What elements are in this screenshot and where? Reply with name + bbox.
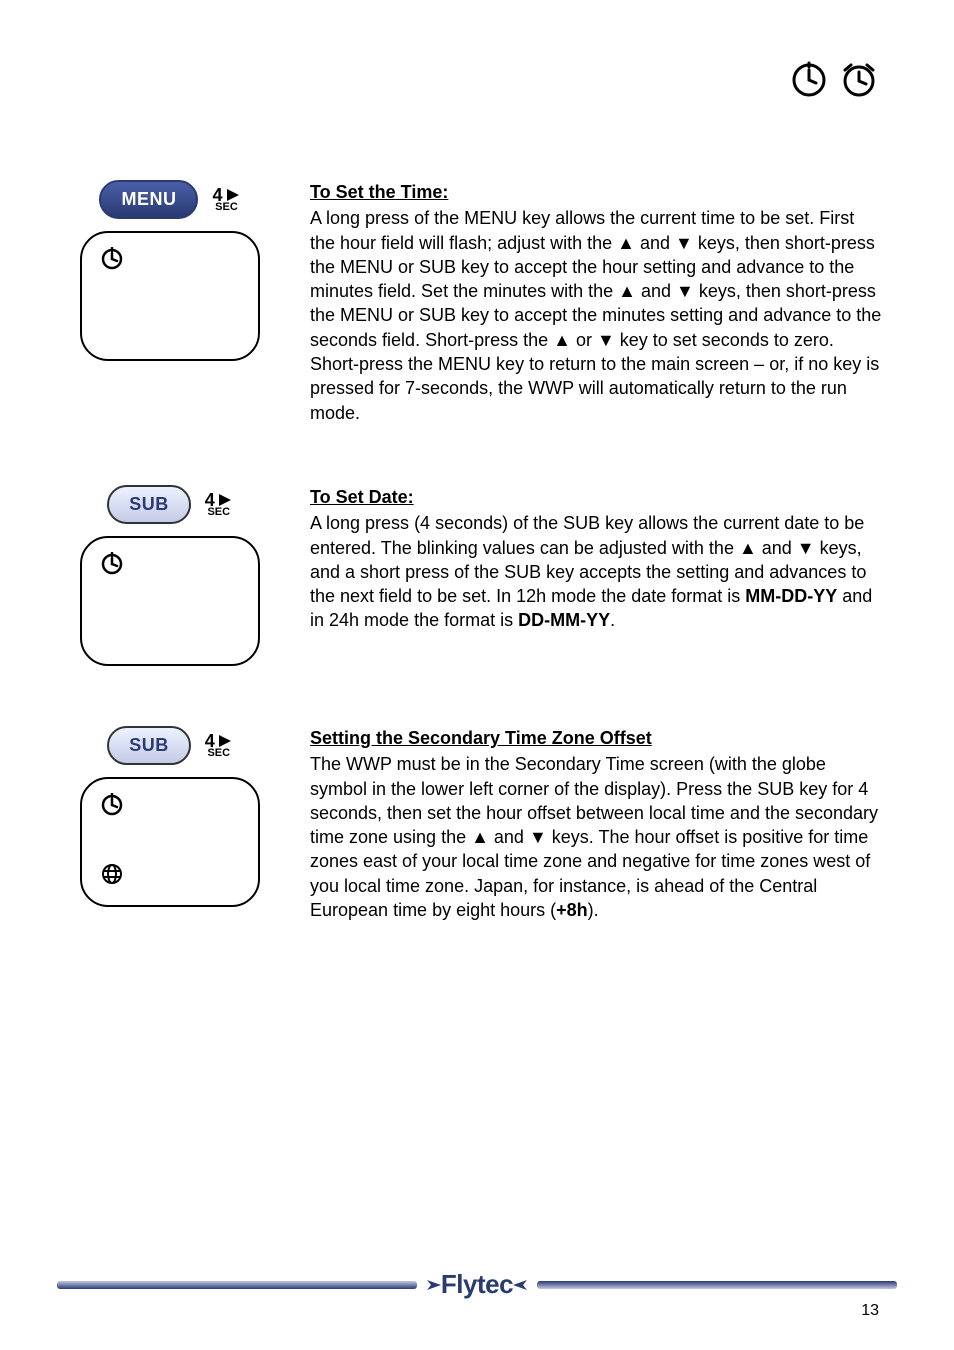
hold-4sec-badge: 4 SEC bbox=[212, 187, 240, 212]
illustration-set-time: MENU 4 SEC bbox=[70, 180, 270, 361]
sub-button-graphic: SUB bbox=[107, 726, 191, 765]
sub-button-graphic: SUB bbox=[107, 485, 191, 524]
footer-rule-right bbox=[537, 1281, 897, 1289]
heading-set-offset: Setting the Secondary Time Zone Offset bbox=[310, 726, 884, 750]
page-root: MENU 4 SEC To Set the Time: A long press… bbox=[0, 0, 954, 1350]
hold-4sec-badge: 4 SEC bbox=[205, 492, 233, 517]
text-set-offset: Setting the Secondary Time Zone Offset T… bbox=[310, 726, 884, 922]
globe-icon bbox=[100, 862, 124, 891]
heading-set-date: To Set Date: bbox=[310, 485, 884, 509]
heading-set-time: To Set the Time: bbox=[310, 180, 884, 204]
alarm-clock-icon bbox=[839, 60, 879, 105]
header-icon-group bbox=[789, 60, 879, 105]
illustration-set-date: SUB 4 SEC bbox=[70, 485, 270, 666]
menu-button-graphic: MENU bbox=[99, 180, 198, 219]
device-frame bbox=[80, 231, 260, 361]
section-set-time: MENU 4 SEC To Set the Time: A long press… bbox=[70, 180, 884, 425]
screen-clock-icon bbox=[100, 247, 124, 276]
text-set-date: To Set Date: A long press (4 seconds) of… bbox=[310, 485, 884, 633]
device-frame bbox=[80, 536, 260, 666]
screen-clock-icon bbox=[100, 552, 124, 581]
body-set-date: A long press (4 seconds) of the SUB key … bbox=[310, 511, 884, 632]
text-set-time: To Set the Time: A long press of the MEN… bbox=[310, 180, 884, 425]
section-set-date: SUB 4 SEC To Set Date: A long press (4 s… bbox=[70, 485, 884, 666]
hold-4sec-badge: 4 SEC bbox=[205, 733, 233, 758]
device-frame bbox=[80, 777, 260, 907]
clock-icon bbox=[789, 60, 829, 105]
footer: Flytec bbox=[0, 1269, 954, 1300]
page-number: 13 bbox=[861, 1302, 879, 1320]
brand-logo: Flytec bbox=[417, 1269, 537, 1300]
screen-clock-icon bbox=[100, 793, 124, 822]
illustration-set-offset: SUB 4 SEC bbox=[70, 726, 270, 907]
body-set-time: A long press of the MENU key allows the … bbox=[310, 206, 884, 425]
body-set-offset: The WWP must be in the Secondary Time sc… bbox=[310, 752, 884, 922]
footer-rule-left bbox=[57, 1281, 417, 1289]
section-set-offset: SUB 4 SEC Setting the Secondary Time Zon… bbox=[70, 726, 884, 922]
